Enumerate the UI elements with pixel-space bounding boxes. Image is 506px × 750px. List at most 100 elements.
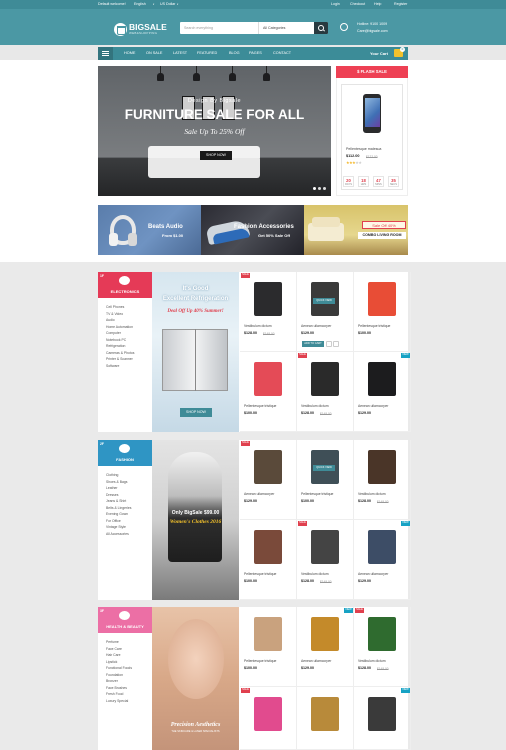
category-link[interactable]: Face Brushes [106, 686, 127, 690]
nav-home[interactable]: HOME [124, 51, 135, 55]
category-header[interactable]: 2F FASHION [98, 440, 152, 466]
category-link[interactable]: For Office [106, 519, 121, 523]
nav-latest[interactable]: LATEST [173, 51, 187, 55]
category-link[interactable]: All Accessories [106, 532, 129, 536]
beats-audio-banner[interactable] [98, 205, 201, 255]
category-link[interactable]: Notebook PC [106, 338, 126, 342]
promo-shop-now-button[interactable]: SHOP NOW [180, 408, 212, 417]
category-link[interactable]: Bronzer [106, 679, 118, 683]
product-image[interactable] [311, 362, 339, 396]
login-link[interactable]: Login [331, 2, 340, 6]
product-image[interactable] [254, 450, 282, 484]
quick-view-icon[interactable] [333, 341, 339, 347]
product-image[interactable] [311, 617, 339, 651]
category-link[interactable]: Evening Gown [106, 512, 128, 516]
search-input[interactable]: Search everything [184, 26, 213, 30]
product-image[interactable] [368, 617, 396, 651]
quick-view-button[interactable]: QUICK VIEW [313, 465, 335, 471]
product-image[interactable] [254, 362, 282, 396]
category-link[interactable]: Belts & Lingeries [106, 506, 131, 510]
nav-featured[interactable]: FEATURED [197, 51, 217, 55]
email-text[interactable]: Care@bigsale.com [357, 29, 388, 33]
logo-cart-icon[interactable] [114, 23, 127, 36]
category-link[interactable]: Hair Care [106, 653, 121, 657]
slider-dot[interactable] [313, 187, 316, 190]
category-header[interactable]: 3F HEALTH & BEAUTY [98, 607, 152, 633]
product-image[interactable] [368, 530, 396, 564]
wishlist-icon[interactable] [326, 341, 332, 347]
category-link[interactable]: Vintage Style [106, 525, 126, 529]
category-link[interactable]: Lipstick [106, 660, 117, 664]
fashion-accessories-banner[interactable] [201, 205, 304, 255]
language-select[interactable]: English [134, 2, 146, 6]
product-image[interactable] [254, 282, 282, 316]
category-link[interactable]: Perfume [106, 640, 119, 644]
nav-blog[interactable]: BLOG [229, 51, 240, 55]
product-name[interactable]: Pellentesque tristique [244, 572, 276, 576]
category-link[interactable]: Computer [106, 331, 121, 335]
help-link[interactable]: Help [374, 2, 381, 6]
category-link[interactable]: Luxury Special [106, 699, 128, 703]
flash-old-price: $122.00 [366, 154, 378, 159]
category-link[interactable]: Printer & Scanner [106, 357, 133, 361]
product-name[interactable]: Vestibulum dictum [301, 572, 329, 576]
product-image[interactable] [311, 530, 339, 564]
product-name[interactable]: Pellentesque tristique [301, 492, 333, 496]
product-name[interactable]: Pellentesque tristique [244, 404, 276, 408]
flash-product-name[interactable]: Pellentesque malesua [346, 147, 381, 151]
menu-button[interactable] [98, 47, 113, 60]
checkout-link[interactable]: Checkout [350, 2, 365, 6]
search-category-select[interactable]: All Categories [258, 22, 314, 34]
product-name[interactable]: Aenean ullamcorper [301, 659, 331, 663]
product-image[interactable] [254, 530, 282, 564]
cart-label[interactable]: Your Cart [370, 51, 388, 56]
combo-living-room-banner[interactable] [304, 205, 408, 255]
category-link[interactable]: Jeans & Shirt [106, 499, 126, 503]
currency-select[interactable]: US Dollar [160, 2, 175, 6]
category-link[interactable]: Fresh Food [106, 692, 123, 696]
category-link[interactable]: Cameras & Photos [106, 351, 134, 355]
product-name[interactable]: Aenean ullamcorper [244, 492, 274, 496]
category-header[interactable]: 1F ELECTRONICS [98, 272, 152, 298]
product-name[interactable]: Vestibulum dictum [301, 404, 329, 408]
category-link[interactable]: Software [106, 364, 119, 368]
product-image[interactable] [368, 362, 396, 396]
add-to-cart-button[interactable]: ADD TO CART [302, 341, 324, 347]
product-image[interactable] [254, 697, 282, 731]
product-image[interactable] [254, 617, 282, 651]
product-name[interactable]: Aenean ullamcorper [358, 404, 388, 408]
slider-dot[interactable] [323, 187, 326, 190]
product-image[interactable] [368, 450, 396, 484]
category-link[interactable]: Audio [106, 318, 115, 322]
slider-dot[interactable] [318, 187, 321, 190]
register-link[interactable]: Register [394, 2, 407, 6]
product-name[interactable]: Vestibulum dictum [244, 324, 272, 328]
product-name[interactable]: Pellentesque tristique [244, 659, 276, 663]
category-link[interactable]: Home Automation [106, 325, 133, 329]
product-image[interactable] [368, 697, 396, 731]
product-name[interactable]: Aenean ullamcorper [301, 324, 331, 328]
search-button[interactable] [314, 22, 328, 34]
product-name[interactable]: Aenean ullamcorper [358, 572, 388, 576]
category-link[interactable]: Clothing [106, 473, 118, 477]
product-image[interactable] [311, 697, 339, 731]
category-link[interactable]: Face Care [106, 647, 122, 651]
product-name[interactable]: Vestibulum dictum [358, 659, 386, 663]
category-link[interactable]: Leather [106, 486, 118, 490]
nav-pages[interactable]: PAGES [249, 51, 262, 55]
nav-contact[interactable]: CONTACT [273, 51, 291, 55]
product-image[interactable] [368, 282, 396, 316]
nav-on-sale[interactable]: ON SALE [146, 51, 162, 55]
category-link[interactable]: Shoes & Bags [106, 480, 128, 484]
shop-now-button[interactable]: SHOP NOW [200, 151, 232, 160]
category-link[interactable]: Foundation [106, 673, 123, 677]
category-link[interactable]: Functional Foods [106, 666, 132, 670]
iphone-image[interactable] [363, 94, 381, 133]
category-link[interactable]: Dresses [106, 493, 118, 497]
product-name[interactable]: Pellentesque tristique [358, 324, 390, 328]
quick-view-button[interactable]: QUICK VIEW [313, 298, 335, 304]
category-link[interactable]: TV & Video [106, 312, 123, 316]
category-link[interactable]: Refrigeration [106, 344, 125, 348]
product-name[interactable]: Vestibulum dictum [358, 492, 386, 496]
category-link[interactable]: Cell Phones [106, 305, 124, 309]
